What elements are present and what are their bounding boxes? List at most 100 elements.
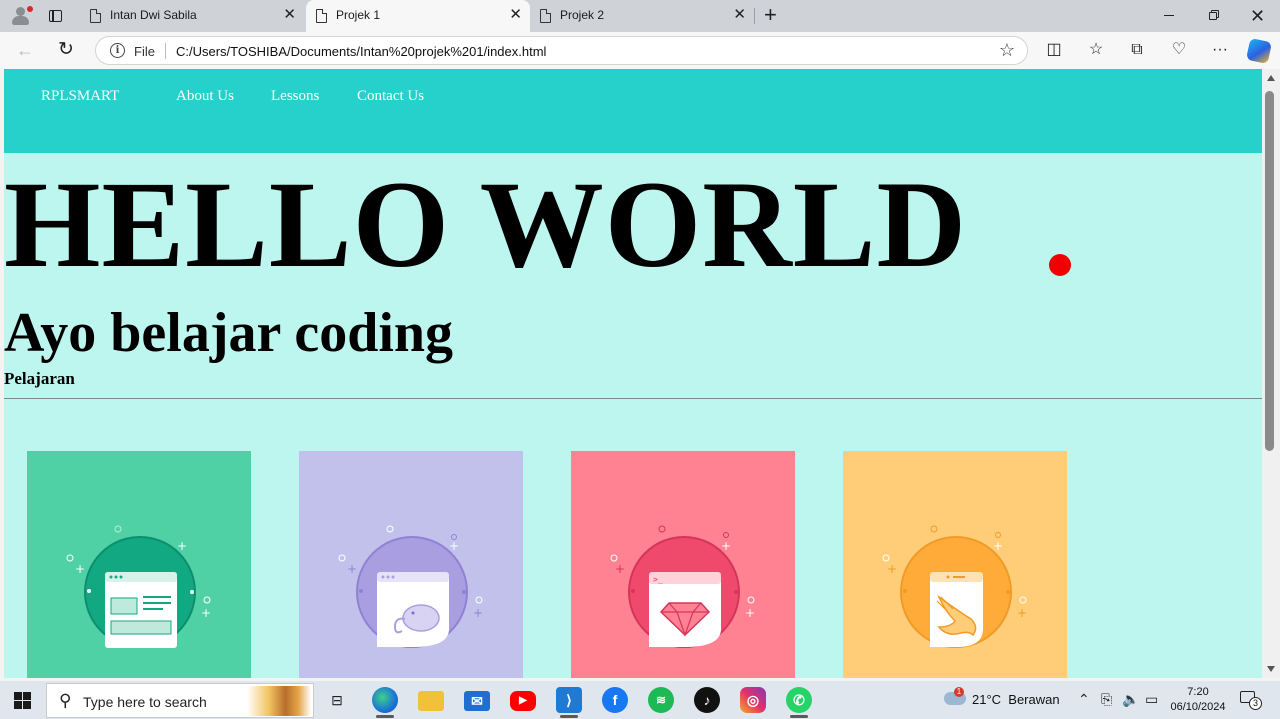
scheme-label: File	[134, 44, 155, 59]
tab-title: Intan Dwi Sabila	[110, 8, 197, 22]
tab-actions-icon[interactable]	[44, 6, 66, 26]
page-viewport: RPLSMART About Us Lessons Contact Us HEL…	[4, 69, 1262, 678]
tab-intan-dwi-sabila[interactable]: Intan Dwi Sabila ✕	[80, 0, 304, 32]
svg-text:+: +	[745, 606, 755, 620]
search-highlight-image	[247, 686, 311, 716]
lesson-card-html[interactable]: + + +	[27, 451, 251, 678]
nav-link-about-us[interactable]: About Us	[176, 88, 234, 105]
spotify-icon[interactable]: ≋	[648, 687, 674, 713]
lesson-card-ruby[interactable]: >_ + + +	[571, 451, 795, 678]
scroll-down-arrow-icon[interactable]	[1267, 666, 1275, 672]
scroll-up-arrow-icon[interactable]	[1267, 75, 1275, 81]
volume-icon[interactable]: 🔈	[1122, 691, 1139, 708]
weather-condition: Berawan	[1008, 692, 1060, 707]
svg-text:+: +	[201, 606, 211, 620]
battery-icon[interactable]: ▭	[1145, 691, 1158, 708]
minimize-button[interactable]	[1164, 15, 1174, 16]
edge-active-indicator	[376, 715, 394, 718]
notification-count: 3	[1249, 697, 1262, 710]
page-icon	[90, 9, 101, 23]
windows-taskbar: ⚲ Type here to search ⊟ ✉ ▶ ⟩ f ≋ ♪ ◎ ✆ …	[0, 681, 1280, 719]
tab-title: Projek 2	[560, 8, 605, 22]
url-text[interactable]: C:/Users/TOSHIBA/Documents/Intan%20proje…	[176, 44, 546, 59]
clock-date: 06/10/2024	[1170, 701, 1226, 713]
browser-essentials-icon[interactable]: ♡	[1169, 40, 1189, 60]
svg-text:+: +	[887, 562, 897, 576]
show-hidden-icons-chevron-icon[interactable]: ⌃	[1078, 691, 1090, 708]
lesson-card-swift[interactable]: + + +	[843, 451, 1067, 678]
facebook-icon[interactable]: f	[602, 687, 628, 713]
svg-text:+: +	[449, 539, 459, 553]
close-window-button[interactable]: ✕	[1250, 6, 1265, 27]
close-tab-icon[interactable]: ✕	[283, 7, 296, 23]
back-arrow-icon[interactable]: ←	[16, 40, 34, 61]
nav-link-lessons[interactable]: Lessons	[271, 88, 319, 105]
hero-title: HELLO WORLD	[4, 156, 968, 293]
instagram-icon[interactable]: ◎	[740, 687, 766, 713]
close-tab-icon[interactable]: ✕	[733, 7, 746, 23]
info-icon[interactable]: i	[110, 43, 125, 58]
search-placeholder: Type here to search	[83, 694, 207, 710]
page-icon	[316, 9, 327, 23]
more-options-icon[interactable]: ···	[1210, 40, 1230, 60]
file-explorer-icon[interactable]	[418, 691, 444, 711]
weather-alert-badge: 1	[954, 687, 964, 697]
address-bar[interactable]: i File C:/Users/TOSHIBA/Documents/Intan%…	[95, 36, 1028, 65]
taskbar-search-box[interactable]: ⚲ Type here to search	[46, 683, 314, 718]
vertical-scrollbar[interactable]	[1262, 69, 1280, 678]
task-view-icon[interactable]: ⊟	[324, 687, 350, 713]
section-heading: Pelajaran	[4, 369, 75, 388]
favorite-star-icon[interactable]: ☆	[999, 40, 1015, 61]
php-elephant-icon: + + +	[338, 525, 483, 648]
tab-divider	[754, 8, 755, 24]
reload-icon[interactable]: ↻	[58, 38, 74, 61]
hero-subtitle: Ayo belajar coding	[4, 302, 454, 364]
edge-icon[interactable]	[372, 687, 398, 713]
svg-text:+: +	[993, 539, 1003, 553]
weather-temperature: 21°C	[972, 692, 1002, 707]
ruby-gem-icon: >_ + + +	[610, 525, 755, 648]
favorites-icon[interactable]: ☆	[1086, 40, 1106, 60]
mail-icon[interactable]: ✉	[464, 691, 490, 711]
svg-text:+: +	[75, 562, 85, 576]
collections-icon[interactable]: ⧉	[1127, 40, 1147, 60]
scrollbar-thumb[interactable]	[1265, 91, 1274, 451]
vscode-active-indicator	[560, 715, 578, 718]
svg-text:+: +	[177, 539, 187, 553]
whatsapp-icon[interactable]: ✆	[786, 687, 812, 713]
section-divider	[4, 398, 1262, 399]
close-tab-icon[interactable]: ✕	[509, 7, 522, 23]
web-page-icon: + + +	[66, 525, 211, 648]
svg-text:+: +	[1017, 606, 1027, 620]
tiktok-icon[interactable]: ♪	[694, 687, 720, 713]
windows-start-icon[interactable]	[14, 692, 31, 709]
browser-toolbar: ← ↻ i File C:/Users/TOSHIBA/Documents/In…	[0, 32, 1280, 69]
meet-now-icon[interactable]: ⎘	[1101, 691, 1112, 708]
restore-button[interactable]	[1209, 10, 1220, 21]
youtube-icon[interactable]: ▶	[510, 691, 536, 711]
search-icon: ⚲	[59, 691, 72, 710]
notification-center-icon[interactable]: 3	[1240, 691, 1262, 710]
vscode-icon[interactable]: ⟩	[556, 687, 582, 713]
tab-projek-2[interactable]: Projek 2 ✕	[530, 0, 754, 32]
svg-text:+: +	[721, 539, 731, 553]
svg-text:+: +	[347, 562, 357, 576]
whatsapp-active-indicator	[790, 715, 808, 718]
weather-text[interactable]: 21°C Berawan	[972, 692, 1060, 707]
tab-title: Projek 1	[336, 8, 381, 22]
profile-avatar-icon[interactable]	[8, 4, 34, 28]
svg-text:>_: >_	[653, 575, 663, 584]
swift-icon: + + +	[882, 525, 1027, 648]
nav-link-contact-us[interactable]: Contact Us	[357, 88, 424, 105]
split-screen-icon[interactable]: ◫	[1044, 40, 1064, 60]
tab-strip: Intan Dwi Sabila ✕ Projek 1 ✕ Projek 2 ✕…	[0, 0, 1280, 32]
tab-projek-1[interactable]: Projek 1 ✕	[306, 0, 530, 32]
lesson-card-php[interactable]: + + +	[299, 451, 523, 678]
address-divider	[165, 43, 166, 59]
red-dot	[1049, 254, 1071, 276]
system-clock[interactable]: 7:20 06/10/2024	[1168, 685, 1228, 715]
clock-time: 7:20	[1187, 686, 1209, 698]
new-tab-button[interactable]: +	[764, 4, 777, 26]
svg-text:+: +	[473, 606, 483, 620]
site-brand[interactable]: RPLSMART	[41, 88, 119, 105]
